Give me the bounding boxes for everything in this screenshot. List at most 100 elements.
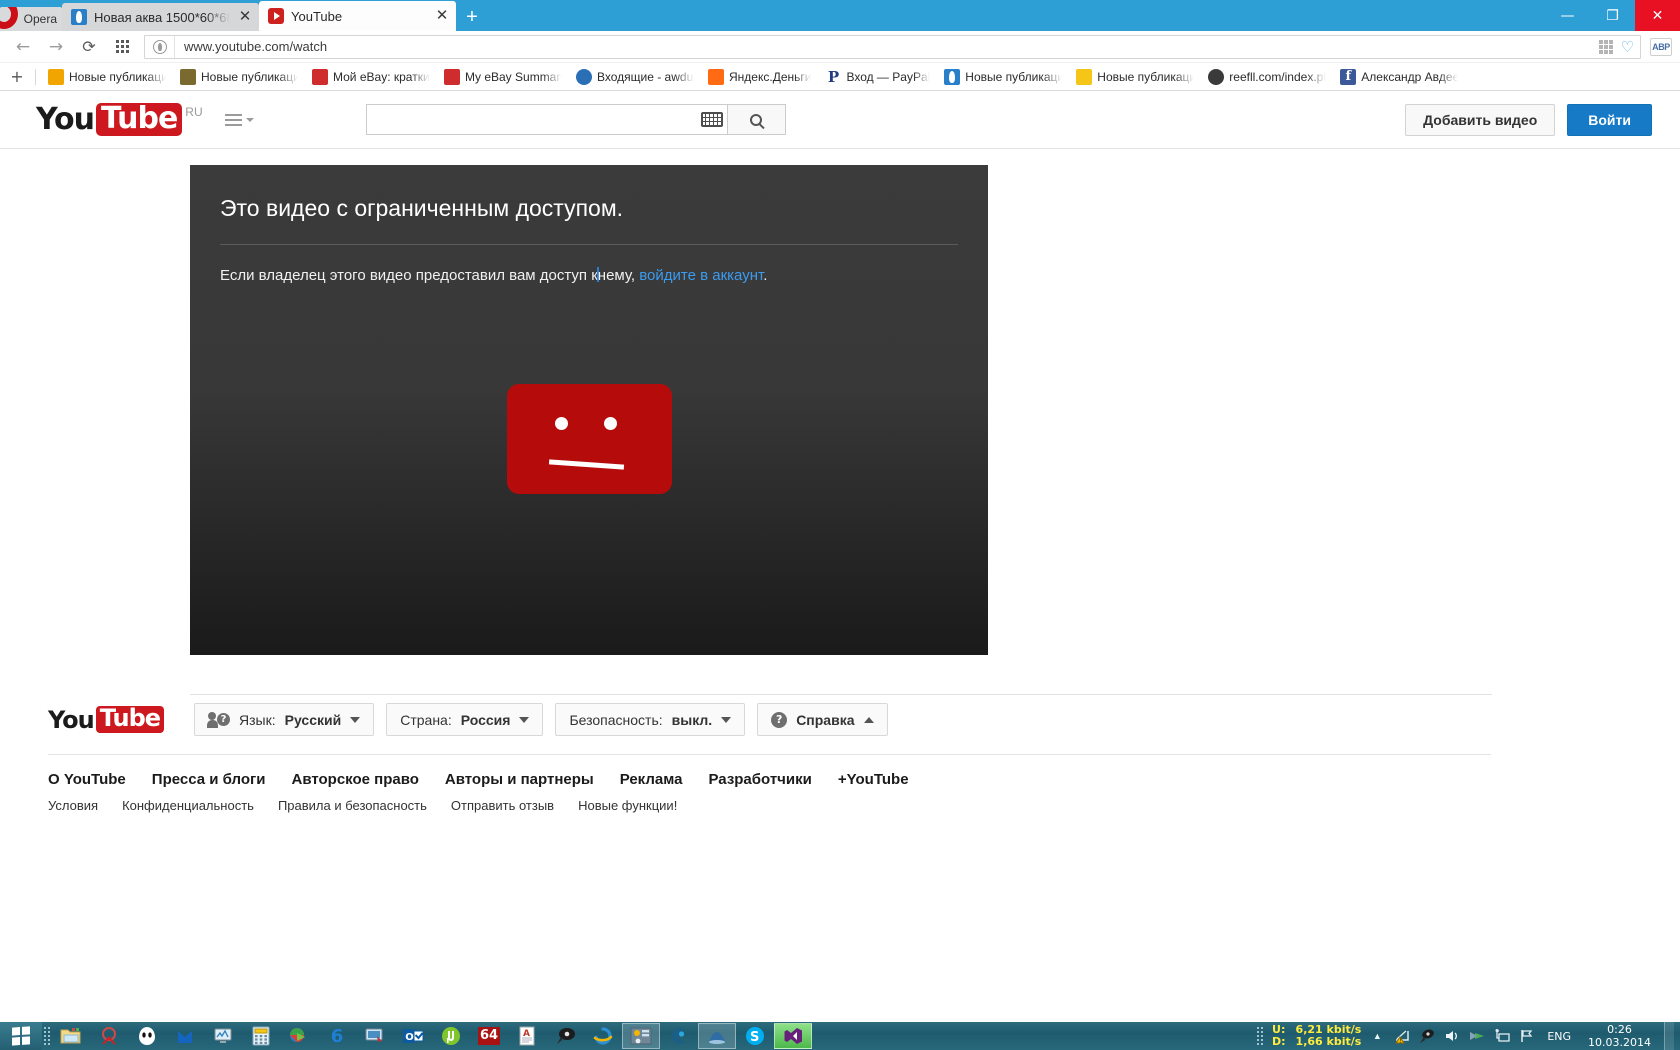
- language-selector[interactable]: ? Язык: Русский: [194, 703, 375, 736]
- virtual-keyboard-icon[interactable]: [700, 112, 723, 127]
- satellite-icon[interactable]: [1418, 1027, 1436, 1045]
- address-bar[interactable]: www.youtube.com/watch ♡: [144, 34, 1641, 59]
- network-speed-meter[interactable]: U: D: 6,21 kbit/s 1,66 kbit/s: [1272, 1024, 1361, 1048]
- bookmark-item[interactable]: Новые публикации -: [41, 65, 173, 89]
- taskbar-maxthon-icon[interactable]: 6: [318, 1023, 356, 1049]
- opera-menu-button[interactable]: Opera: [0, 7, 62, 31]
- taskbar-notepad-icon[interactable]: A: [508, 1023, 546, 1049]
- footer-link-developers[interactable]: Разработчики: [708, 771, 811, 788]
- taskbar-skype-icon[interactable]: S: [736, 1023, 774, 1049]
- tab-aquarium[interactable]: Новая аква 1500*60*68 - О ✕: [62, 3, 259, 31]
- guide-menu-button[interactable]: [224, 113, 254, 126]
- tab-close-icon[interactable]: ✕: [434, 8, 450, 24]
- taskbar-download-manager-icon[interactable]: [280, 1023, 318, 1049]
- taskbar-malwarebytes-icon[interactable]: [166, 1023, 204, 1049]
- show-desktop-button[interactable]: [1664, 1022, 1674, 1050]
- footer-link-advertising[interactable]: Реклама: [620, 771, 683, 788]
- network-warning-icon[interactable]: !: [1393, 1027, 1411, 1045]
- search-button[interactable]: [727, 104, 786, 135]
- bookmark-heart-icon[interactable]: ♡: [1621, 38, 1634, 56]
- close-window-button[interactable]: ✕: [1635, 0, 1680, 31]
- taskbar-outlook-icon[interactable]: O: [394, 1023, 432, 1049]
- footer-link-press[interactable]: Пресса и блоги: [152, 771, 266, 788]
- taskbar-snipping-tool-icon[interactable]: [90, 1023, 128, 1049]
- taskbar-audio-tool-icon[interactable]: [546, 1023, 584, 1049]
- bookmark-item[interactable]: P Вход — PayPal: [818, 65, 937, 89]
- flag-icon[interactable]: [1518, 1027, 1536, 1045]
- tab-strip: Opera Новая аква 1500*60*68 - О ✕ YouTub…: [0, 0, 1680, 31]
- taskbar-comodo-icon[interactable]: [660, 1023, 698, 1049]
- footer-link-copyright[interactable]: Авторское право: [292, 771, 419, 788]
- tab-youtube[interactable]: YouTube ✕: [259, 1, 456, 31]
- bookmark-favicon-icon: [444, 68, 460, 85]
- search-input[interactable]: [365, 104, 728, 135]
- taskbar-foobar2000-icon[interactable]: [128, 1023, 166, 1049]
- upload-video-button[interactable]: Добавить видео: [1405, 103, 1556, 136]
- footer-logo[interactable]: You Tube: [48, 705, 165, 734]
- bookmark-item[interactable]: Мой eBay: краткий о: [305, 65, 437, 89]
- tab-favicon-fish-icon: [71, 9, 87, 25]
- taskbar-system-monitor-icon[interactable]: [204, 1023, 242, 1049]
- extensions-icon[interactable]: [1598, 39, 1613, 54]
- bookmark-item[interactable]: My eBay Summary: [437, 65, 569, 89]
- volume-icon[interactable]: [1443, 1027, 1461, 1045]
- taskbar-calculator-icon[interactable]: [242, 1023, 280, 1049]
- taskbar-file-explorer-icon[interactable]: [52, 1023, 90, 1049]
- taskbar-visual-studio-icon[interactable]: [774, 1023, 812, 1049]
- footer-link-creators[interactable]: Авторы и партнеры: [445, 771, 594, 788]
- language-indicator[interactable]: ENG: [1543, 1030, 1575, 1043]
- start-button[interactable]: [0, 1022, 42, 1050]
- taskbar-remote-desktop-icon[interactable]: [356, 1023, 394, 1049]
- footer-controls-row: You Tube ? Язык: Русский Страна: Россия …: [48, 695, 1680, 754]
- bookmark-item[interactable]: Новые публикации -: [1069, 65, 1201, 89]
- add-bookmark-button[interactable]: +: [4, 67, 30, 86]
- display-icon[interactable]: [1493, 1027, 1511, 1045]
- bookmark-item[interactable]: Новые публикации -: [937, 65, 1069, 89]
- footer-link-new-features[interactable]: Новые функции!: [578, 798, 677, 813]
- clock[interactable]: 0:26 10.03.2014: [1582, 1023, 1657, 1049]
- speed-dial-button[interactable]: [107, 33, 137, 61]
- bookmark-item[interactable]: Новые публикации -: [173, 65, 305, 89]
- media-icon[interactable]: [1468, 1027, 1486, 1045]
- maximize-button[interactable]: ❐: [1590, 0, 1635, 31]
- sign-in-button[interactable]: Войти: [1567, 103, 1652, 136]
- back-button[interactable]: ←: [8, 33, 38, 61]
- youtube-logo[interactable]: You Tube RU: [36, 103, 203, 137]
- taskbar-utorrent-icon[interactable]: [432, 1023, 470, 1049]
- bookmark-item[interactable]: Входящие - awduhta: [569, 65, 701, 89]
- taskbar-internet-explorer-icon[interactable]: [584, 1023, 622, 1049]
- bookmark-label: reefll.com/index.php?: [1229, 69, 1326, 84]
- country-value: Россия: [460, 711, 511, 728]
- tab-close-icon[interactable]: ✕: [237, 9, 253, 25]
- minimize-button[interactable]: —: [1545, 0, 1590, 31]
- new-tab-button[interactable]: +: [456, 3, 488, 31]
- reload-button[interactable]: ⟳: [74, 33, 104, 61]
- forward-button[interactable]: →: [41, 33, 71, 61]
- toolbar-drag-handle[interactable]: [42, 1025, 52, 1047]
- sign-in-link[interactable]: войдите в аккаунт: [639, 267, 763, 284]
- taskbar-opera-browser-icon[interactable]: [698, 1023, 736, 1049]
- safety-selector[interactable]: Безопасность: выкл.: [555, 703, 746, 736]
- bookmark-item[interactable]: f Александр Авдеев: [1333, 65, 1465, 89]
- bookmark-label: Александр Авдеев: [1361, 69, 1459, 84]
- footer-link-terms[interactable]: Условия: [48, 798, 98, 813]
- taskbar-win64-icon[interactable]: 64: [470, 1023, 508, 1049]
- bookmark-item[interactable]: reefll.com/index.php?: [1201, 65, 1333, 89]
- footer-link-feedback[interactable]: Отправить отзыв: [451, 798, 554, 813]
- footer-link-privacy[interactable]: Конфиденциальность: [122, 798, 254, 813]
- adblock-button[interactable]: ABP: [1650, 37, 1672, 56]
- country-selector[interactable]: Страна: Россия: [386, 703, 544, 736]
- url-text[interactable]: www.youtube.com/watch: [175, 39, 327, 54]
- bookmark-item[interactable]: Яндекс.Деньги: [701, 65, 818, 89]
- tray-drag-handle[interactable]: [1255, 1025, 1265, 1047]
- taskbar-control-panel-icon[interactable]: [622, 1023, 660, 1049]
- help-button[interactable]: ? Справка: [757, 703, 888, 736]
- footer-link-policy-safety[interactable]: Правила и безопасность: [278, 798, 427, 813]
- download-label: D:: [1272, 1035, 1286, 1048]
- footer-secondary-links: Условия Конфиденциальность Правила и без…: [48, 794, 1680, 813]
- footer-link-plusyoutube[interactable]: +YouTube: [838, 771, 909, 788]
- site-identity-icon[interactable]: [145, 35, 175, 58]
- bookmark-favicon-icon: [180, 68, 196, 85]
- tray-expand-button[interactable]: ▲: [1368, 1027, 1386, 1045]
- footer-link-about[interactable]: О YouTube: [48, 771, 126, 788]
